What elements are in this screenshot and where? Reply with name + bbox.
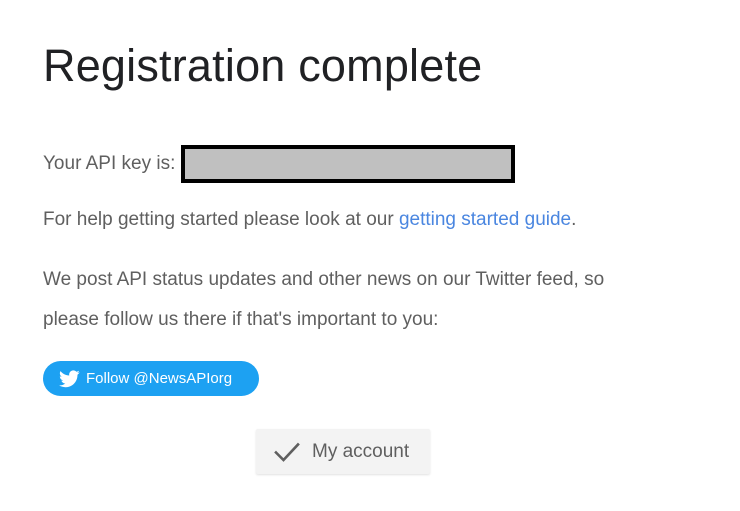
- news-line-2: please follow us there if that's importa…: [43, 309, 439, 330]
- getting-started-guide-link[interactable]: getting started guide: [399, 209, 571, 230]
- checkmark-icon: [274, 442, 300, 462]
- my-account-button[interactable]: My account: [256, 429, 430, 474]
- twitter-bird-icon: [59, 369, 80, 387]
- api-key-label: Your API key is:: [43, 153, 176, 174]
- help-text-suffix: .: [571, 209, 577, 230]
- registration-page: Registration complete Your API key is: F…: [0, 0, 740, 511]
- api-key-row: Your API key is:: [43, 145, 516, 183]
- api-key-redacted-box: [181, 145, 516, 183]
- help-text-prefix: For help getting started please look at …: [43, 209, 399, 230]
- twitter-follow-button[interactable]: Follow @NewsAPIorg: [43, 361, 259, 396]
- twitter-follow-label: Follow @NewsAPIorg: [86, 370, 233, 387]
- news-paragraph: We post API status updates and other new…: [43, 260, 604, 340]
- news-line-1: We post API status updates and other new…: [43, 269, 605, 290]
- page-title: Registration complete: [43, 40, 483, 91]
- help-paragraph: For help getting started please look at …: [43, 200, 576, 240]
- my-account-label: My account: [312, 440, 410, 462]
